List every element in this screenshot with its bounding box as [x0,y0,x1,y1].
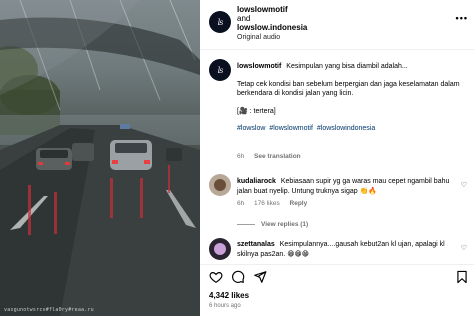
post-caption: lowslowmotif Kesimpulan yang bisa diambi… [237,62,463,142]
post-media[interactable]: vasgunotwsrcv#fla0ry#reaa.ru [0,0,200,316]
comment-item: kudaliarock Kebiasaan supir yg ga waras … [237,177,457,196]
hashtag-link[interactable]: #lowslowmotif [269,125,313,132]
see-translation-button[interactable]: See translation [254,153,301,160]
comment-meta: 6h 176 likes Reply [237,200,315,207]
audio-link[interactable]: Original audio [237,34,280,41]
bookmark-icon[interactable] [455,270,469,284]
reply-button[interactable]: Reply [290,200,308,207]
comment-username[interactable]: szettanalas [237,241,275,248]
hashtag-link[interactable]: #lowslow [237,125,265,132]
avatar-photo [214,243,226,255]
media-watermark: vasgunotwsrcv#fla0ry#reaa.ru [4,307,94,313]
commenter-avatar[interactable] [209,238,231,260]
caption-username[interactable]: lowslowmotif [237,63,281,70]
comment-likes[interactable]: 176 likes [254,200,280,207]
comment-item: szettanalas Kesimpulannya....gausah kebu… [237,240,457,259]
hashtag-link[interactable]: #lowslowindonesia [317,125,375,132]
caption-body: Tetap cek kondisi ban sebelum berpergian… [237,80,460,98]
replies-line [237,224,255,225]
rainy-highway-scene [0,0,200,316]
comment-username[interactable]: kudaliarock [237,178,276,185]
caption-hashtags: #lowslow #lowslowmotif #lowslowindonesia [237,124,463,134]
commenter-avatar[interactable] [209,174,231,196]
brand-mark-icon: ls [217,17,224,27]
action-bar [209,270,469,284]
header-divider [200,49,474,50]
more-options-icon[interactable]: ••• [456,13,468,23]
caption-credit: [🎥 : tertera] [237,107,276,115]
comment-age: 6h [237,200,245,207]
comment-heart-icon[interactable]: ♡ [461,244,467,252]
author-username[interactable]: lowslowmotif [237,5,288,14]
caption-first-line: Kesimpulan yang bisa diambil adalah... [286,63,408,70]
caption-age: 6h [237,153,245,160]
brand-mark-icon: ls [217,65,224,75]
caption-avatar[interactable]: ls [209,59,231,81]
collaborator-username[interactable]: lowslow.indonesia [237,23,307,32]
collab-and-text: and [237,14,251,23]
post-details-panel: ls lowslowmotif and lowslow.indonesia Or… [200,0,474,316]
view-replies-button[interactable]: View replies (1) [237,221,308,228]
like-count[interactable]: 4,342 likes [209,291,249,300]
comment-heart-icon[interactable]: ♡ [461,181,467,189]
author-avatar[interactable]: ls [209,11,231,33]
send-icon[interactable] [253,270,267,284]
comment-icon[interactable] [231,270,245,284]
avatar-photo [214,179,226,191]
actions-divider [200,264,474,265]
heart-icon[interactable] [209,270,223,284]
view-replies-label: View replies (1) [261,221,309,228]
caption-meta: 6h See translation [237,153,301,160]
post-timestamp[interactable]: 6 hours ago [209,303,241,309]
